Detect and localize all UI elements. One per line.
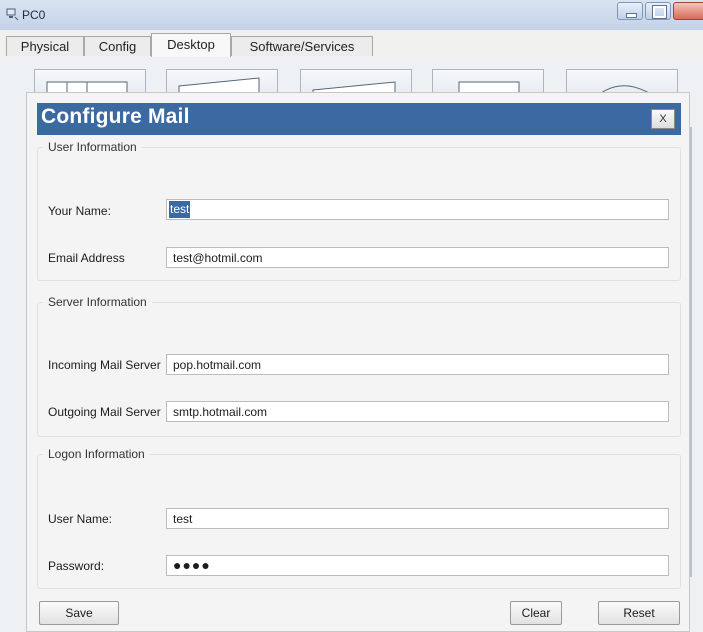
tab-strip: Physical Config Desktop Software/Service… (0, 30, 703, 58)
tab-software-services[interactable]: Software/Services (231, 36, 373, 56)
logon-information-legend: Logon Information (48, 447, 145, 461)
dialog-close-button[interactable]: X (651, 109, 675, 129)
server-information-legend: Server Information (48, 295, 147, 309)
desktop-edge (690, 127, 692, 577)
save-button[interactable]: Save (39, 601, 119, 625)
maximize-icon (652, 5, 667, 19)
dialog-header: Configure Mail X (37, 103, 681, 135)
email-address-label: Email Address (48, 251, 125, 265)
window-close-button[interactable] (673, 2, 703, 20)
clear-button[interactable]: Clear (510, 601, 562, 625)
window-title-bar: PC0 (0, 0, 703, 31)
reset-button[interactable]: Reset (598, 601, 680, 625)
your-name-label: Your Name: (48, 204, 111, 218)
server-information-group: Server Information Incoming Mail Server … (37, 295, 681, 437)
app-icon (6, 8, 19, 21)
dialog-title: Configure Mail (41, 105, 190, 128)
your-name-field[interactable]: test (166, 199, 669, 220)
minimize-button[interactable] (617, 2, 643, 20)
incoming-mail-server-field[interactable] (166, 354, 669, 375)
maximize-button[interactable] (645, 2, 671, 20)
window-title: PC0 (22, 8, 46, 22)
email-address-field[interactable] (166, 247, 669, 268)
your-name-selected-text: test (169, 201, 191, 218)
user-information-legend: User Information (48, 140, 137, 154)
incoming-mail-server-label: Incoming Mail Server (48, 358, 161, 372)
user-information-group: User Information Your Name: test Email A… (37, 140, 681, 281)
user-name-label: User Name: (48, 512, 113, 526)
minimize-icon (626, 13, 637, 18)
tab-physical[interactable]: Physical (6, 36, 84, 56)
password-label: Password: (48, 559, 105, 573)
window-controls (615, 2, 703, 22)
user-name-field[interactable] (166, 508, 669, 529)
logon-information-group: Logon Information User Name: Password: ●… (37, 447, 681, 589)
outgoing-mail-server-label: Outgoing Mail Server (48, 405, 161, 419)
password-field[interactable]: ●●●● (166, 555, 669, 576)
tab-desktop[interactable]: Desktop (151, 33, 231, 57)
configure-mail-dialog: Configure Mail X User Information Your N… (26, 92, 690, 632)
outgoing-mail-server-field[interactable] (166, 401, 669, 422)
tab-config[interactable]: Config (84, 36, 151, 56)
